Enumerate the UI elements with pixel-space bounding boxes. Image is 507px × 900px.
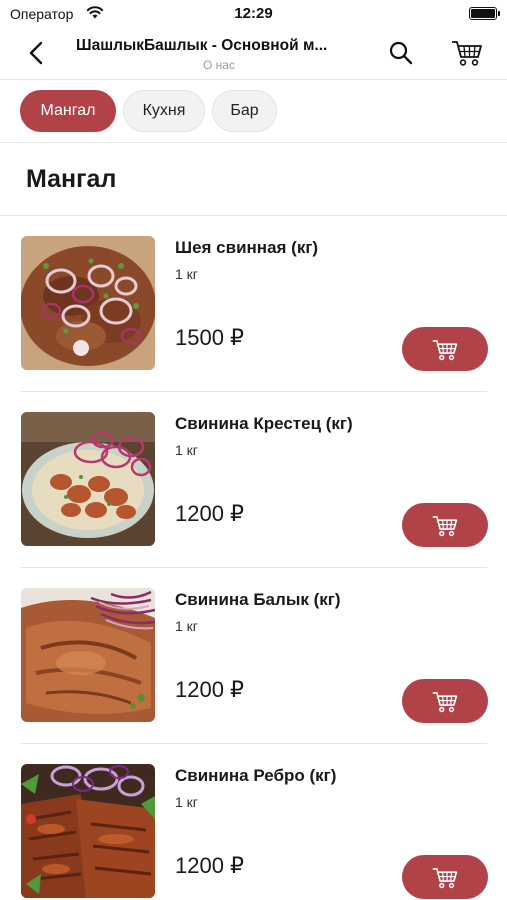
menu-item[interactable]: Свинина Балык (кг) 1 кг 1200 ₽ (0, 568, 507, 744)
item-name: Шея свинная (кг) (175, 238, 319, 257)
dish-photo (21, 236, 155, 370)
cart-icon (432, 340, 458, 361)
cart-icon (432, 692, 458, 713)
add-to-cart-button[interactable] (402, 855, 488, 899)
item-name: Свинина Ребро (кг) (175, 766, 337, 785)
item-price: 1200 ₽ (175, 853, 245, 878)
dish-photo (21, 764, 155, 898)
cart-icon (432, 868, 458, 889)
menu-item[interactable]: Свинина Ребро (кг) 1 кг 1200 ₽ (0, 744, 507, 900)
add-to-cart-button[interactable] (402, 327, 488, 371)
clock: 12:29 (234, 5, 273, 22)
add-to-cart-button[interactable] (402, 679, 488, 723)
menu-item[interactable]: Свинина Крестец (кг) 1 кг 1200 ₽ (0, 392, 507, 568)
chevron-left-icon[interactable] (22, 38, 52, 68)
category-tabs: Мангал Кухня Бар (0, 81, 507, 143)
add-to-cart-button[interactable] (402, 503, 488, 547)
tab-bar[interactable]: Бар (212, 90, 277, 132)
item-name: Свинина Крестец (кг) (175, 414, 353, 433)
section-title: Мангал (26, 165, 117, 193)
navigation-bar: ШашлыкБашлык - Основной м... О нас (0, 28, 507, 80)
dish-photo (21, 588, 155, 722)
tab-kitchen[interactable]: Кухня (123, 90, 205, 132)
page-subtitle[interactable]: О нас (76, 58, 362, 72)
tab-mangal[interactable]: Мангал (20, 90, 116, 132)
item-weight: 1 кг (175, 442, 198, 458)
dish-photo (21, 412, 155, 546)
item-weight: 1 кг (175, 794, 198, 810)
search-icon[interactable] (386, 38, 416, 68)
cart-icon (432, 516, 458, 537)
item-weight: 1 кг (175, 266, 198, 282)
item-price: 1500 ₽ (175, 325, 245, 350)
status-bar: Оператор 12:29 (0, 0, 507, 28)
item-price: 1200 ₽ (175, 677, 245, 702)
menu-item[interactable]: Шея свинная (кг) 1 кг 1500 ₽ (0, 216, 507, 392)
item-weight: 1 кг (175, 618, 198, 634)
item-price: 1200 ₽ (175, 501, 245, 526)
cart-icon[interactable] (450, 36, 484, 68)
battery-icon (469, 7, 500, 20)
page-title: ШашлыкБашлык - Основной м... (76, 37, 328, 54)
item-name: Свинина Балык (кг) (175, 590, 341, 609)
